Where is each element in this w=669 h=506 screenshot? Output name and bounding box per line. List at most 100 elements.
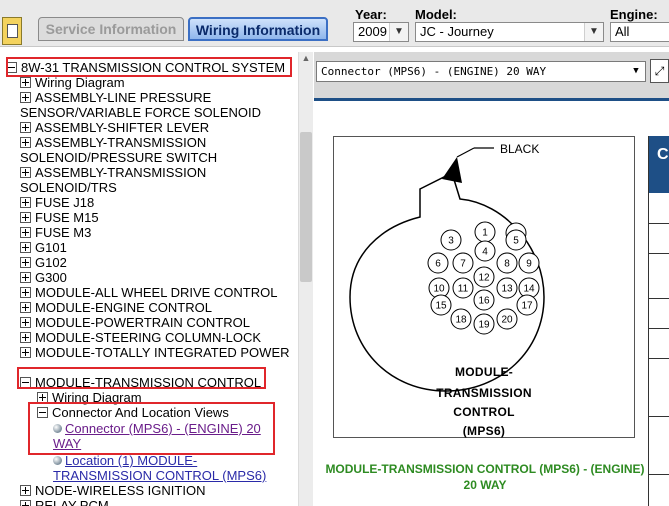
expand-icon[interactable] (20, 137, 31, 149)
year-label: Year: (355, 7, 387, 22)
table-row (649, 416, 669, 417)
expand-icon[interactable] (20, 122, 31, 134)
expand-icon[interactable] (20, 257, 31, 269)
module-label-line: (MPS6) (462, 424, 506, 438)
chevron-down-icon: ▼ (584, 23, 603, 41)
app-document-icon[interactable] (2, 17, 22, 45)
pin-number-3: 3 (448, 236, 454, 247)
tree-item[interactable]: G101 (20, 240, 67, 255)
model-label: Model: (415, 7, 457, 22)
engine-select[interactable]: All (610, 22, 669, 42)
connector-select[interactable]: Connector (MPS6) - (ENGINE) 20 WAY ▼ (316, 61, 646, 82)
collapse-icon[interactable] (6, 62, 17, 74)
module-label-line: MODULE- (454, 365, 514, 379)
tree-item[interactable]: FUSE M15 (20, 210, 99, 225)
tree-item[interactable]: Wiring Diagram (37, 390, 142, 405)
tree-item-module-transmission[interactable]: MODULE-TRANSMISSION CONTROL (20, 375, 261, 390)
expand-icon[interactable] (20, 302, 31, 314)
module-label-line: TRANSMISSION (436, 386, 532, 400)
expand-icon[interactable] (20, 212, 31, 224)
tree-item[interactable]: Wiring Diagram (20, 75, 125, 90)
expand-icon[interactable] (37, 392, 48, 404)
tree-item[interactable]: ASSEMBLY-TRANSMISSION SOLENOID/TRS (20, 165, 290, 195)
tree-item[interactable]: MODULE-ENGINE CONTROL (20, 300, 212, 315)
pin-number-11: 11 (458, 284, 469, 295)
tree-item[interactable]: RELAY-PCM (20, 498, 109, 506)
tree-link-connector[interactable]: Connector (MPS6) - (ENGINE) 20 WAY (53, 421, 273, 451)
expand-icon[interactable] (20, 167, 31, 179)
engine-label: Engine: (610, 7, 658, 22)
pin-number-9: 9 (526, 259, 532, 270)
tree-item-label: ASSEMBLY-SHIFTER LEVER (35, 120, 210, 135)
connector-select-value: Connector (MPS6) - (ENGINE) 20 WAY (321, 65, 547, 78)
tree-item[interactable]: G300 (20, 270, 67, 285)
tree-item-label: MODULE-POWERTRAIN CONTROL (35, 315, 250, 330)
chevron-down-icon: ▼ (633, 66, 639, 76)
expand-icon[interactable] (20, 500, 31, 506)
tab-wiring-information[interactable]: Wiring Information (188, 17, 328, 41)
expand-icon[interactable] (20, 347, 31, 359)
table-row (649, 223, 669, 224)
pin-number-12: 12 (478, 273, 490, 284)
tree-scrollbar[interactable]: ▲ (298, 52, 313, 506)
collapse-icon[interactable] (37, 407, 48, 419)
location-link[interactable]: Location (1) MODULE-TRANSMISSION CONTROL… (53, 453, 266, 483)
pin-number-5: 5 (513, 236, 519, 247)
tree-item-label: G101 (35, 240, 67, 255)
scroll-up-icon[interactable]: ▲ (300, 52, 312, 64)
expand-view-button[interactable]: ⤢ (650, 59, 669, 83)
tree-item[interactable]: ASSEMBLY-TRANSMISSION SOLENOID/PRESSURE … (20, 135, 290, 165)
expand-icon[interactable] (20, 317, 31, 329)
tree-item-label: MODULE-STEERING COLUMN-LOCK (35, 330, 262, 345)
tree-item-connector-views[interactable]: Connector And Location Views (37, 405, 229, 420)
expand-icon[interactable] (20, 92, 31, 104)
pin-number-14: 14 (523, 284, 535, 295)
callout-label: BLACK (500, 142, 539, 156)
collapse-icon[interactable] (20, 377, 31, 389)
tree-item-label: FUSE J18 (35, 195, 95, 210)
pinout-table-header: C (649, 136, 669, 193)
scrollbar-thumb[interactable] (300, 132, 312, 282)
connector-link[interactable]: Connector (MPS6) - (ENGINE) 20 WAY (53, 421, 261, 451)
tab-service-information[interactable]: Service Information (38, 17, 184, 41)
tree-item-label: FUSE M15 (35, 210, 99, 225)
tree-item-label: Wiring Diagram (52, 390, 142, 405)
tree-item[interactable]: MODULE-POWERTRAIN CONTROL (20, 315, 250, 330)
tree-item-label: ASSEMBLY-TRANSMISSION SOLENOID/TRS (20, 165, 207, 195)
tree-item[interactable]: MODULE-STEERING COLUMN-LOCK (20, 330, 261, 345)
pin-number-8: 8 (504, 259, 510, 270)
pin-number-6: 6 (435, 259, 441, 270)
expand-icon[interactable] (20, 485, 31, 497)
wiring-tree: 8W-31 TRANSMISSION CONTROL SYSTEM Wiring… (0, 52, 298, 506)
table-row (649, 358, 669, 359)
model-select[interactable]: JC - Journey ▼ (415, 22, 604, 42)
tree-item[interactable]: FUSE J18 (20, 195, 94, 210)
expand-arrows-icon: ⤢ (654, 64, 665, 78)
tree-item-label: G300 (35, 270, 67, 285)
year-select[interactable]: 2009 ▼ (353, 22, 409, 42)
callout-arrow (442, 157, 462, 183)
tree-link-location[interactable]: Location (1) MODULE-TRANSMISSION CONTROL… (53, 453, 273, 483)
tree-item[interactable]: MODULE-TOTALLY INTEGRATED POWER (20, 345, 290, 360)
pin-number-16: 16 (478, 296, 490, 307)
expand-icon[interactable] (20, 197, 31, 209)
tree-item-label: ASSEMBLY-LINE PRESSURE SENSOR/VARIABLE F… (20, 90, 262, 120)
tree-item[interactable]: FUSE M3 (20, 225, 91, 240)
pin-number-7: 7 (460, 259, 466, 270)
expand-icon[interactable] (20, 227, 31, 239)
top-toolbar: Service Information Wiring Information Y… (0, 0, 669, 47)
tree-item[interactable]: ASSEMBLY-LINE PRESSURE SENSOR/VARIABLE F… (20, 90, 290, 120)
tree-root-node[interactable]: 8W-31 TRANSMISSION CONTROL SYSTEM (6, 60, 285, 75)
expand-icon[interactable] (20, 332, 31, 344)
tree-item[interactable]: MODULE-ALL WHEEL DRIVE CONTROL (20, 285, 277, 300)
tree-item-label: MODULE-ALL WHEEL DRIVE CONTROL (35, 285, 278, 300)
tree-item[interactable]: NODE-WIRELESS IGNITION (20, 483, 205, 498)
tree-item[interactable]: G102 (20, 255, 67, 270)
table-row (649, 328, 669, 329)
expand-icon[interactable] (20, 77, 31, 89)
expand-icon[interactable] (20, 287, 31, 299)
expand-icon[interactable] (20, 242, 31, 254)
model-value: JC - Journey (420, 24, 494, 39)
tree-item[interactable]: ASSEMBLY-SHIFTER LEVER (20, 120, 209, 135)
expand-icon[interactable] (20, 272, 31, 284)
